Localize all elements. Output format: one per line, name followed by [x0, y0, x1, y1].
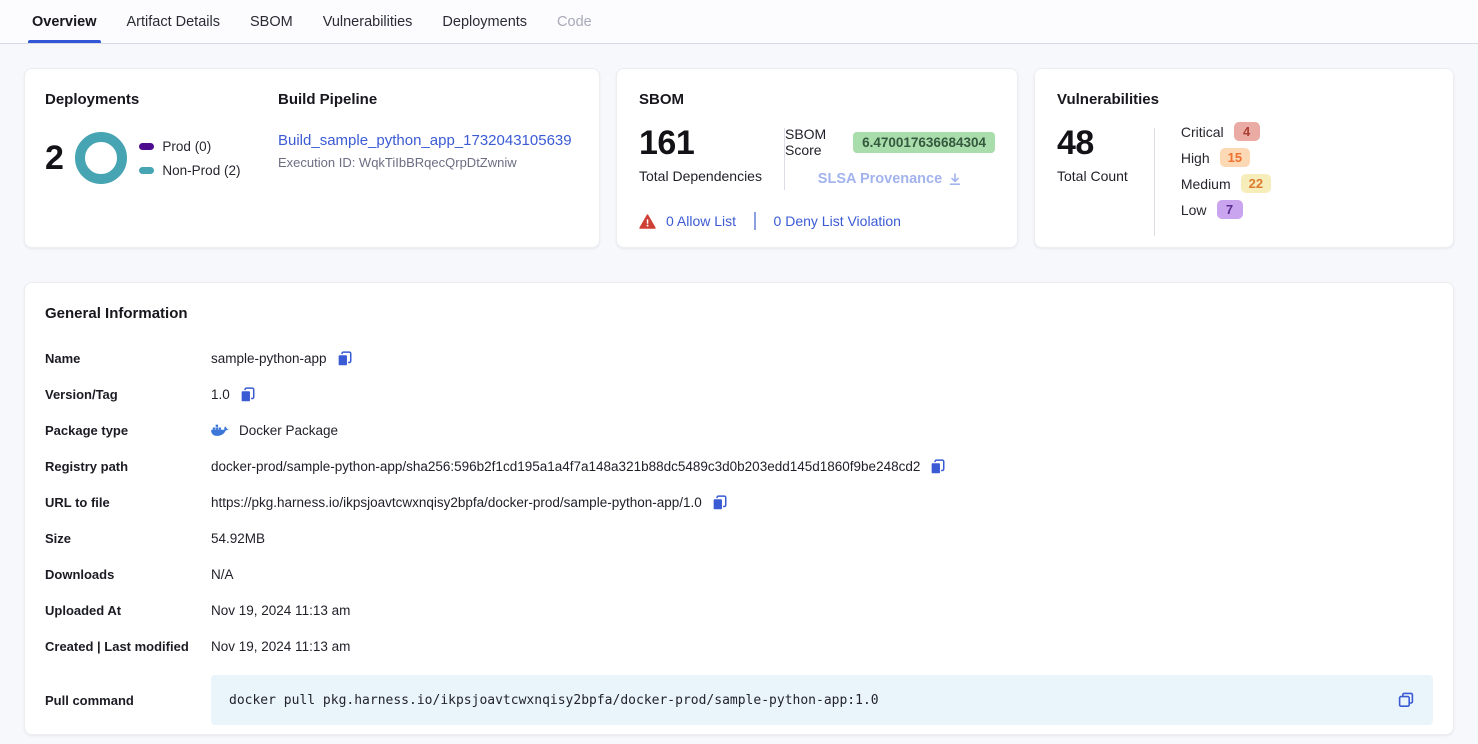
info-row-downloads: DownloadsN/A — [45, 556, 1433, 592]
severity-label: High — [1181, 150, 1210, 166]
tab-sbom[interactable]: SBOM — [250, 0, 293, 43]
deployments-card: Deployments 2 Prod (0) Non-Prod (2) Build… — [24, 68, 600, 248]
deployments-total-count: 2 — [45, 141, 63, 175]
vulnerabilities-total-label: Total Count — [1057, 168, 1128, 184]
warning-icon — [639, 214, 656, 229]
copy-icon[interactable] — [711, 494, 728, 511]
execution-id-text: Execution ID: WqkTiIbBRqecQrpDtZwniw — [278, 155, 579, 170]
info-label: Version/Tag — [45, 387, 211, 402]
legend-swatch — [139, 143, 154, 150]
info-label: URL to file — [45, 495, 211, 510]
info-row-package-type: Package typeDocker Package — [45, 412, 1433, 448]
tab-overview[interactable]: Overview — [32, 0, 97, 43]
severity-count-badge: 22 — [1241, 174, 1271, 193]
sbom-total-count: 161 — [639, 126, 762, 160]
info-label: Created | Last modified — [45, 639, 211, 654]
sbom-score-label: SBOM Score — [785, 126, 845, 158]
severity-row-low: Low 7 — [1181, 200, 1271, 219]
severity-list: Critical 4 High 15 Medium 22 Low 7 — [1181, 122, 1271, 219]
general-information-title: General Information — [45, 305, 1433, 322]
severity-label: Low — [1181, 202, 1207, 218]
copy-icon[interactable] — [1397, 691, 1415, 709]
sbom-card: SBOM 161 Total Dependencies SBOM Score 6… — [616, 68, 1018, 248]
deployments-summary: Deployments 2 Prod (0) Non-Prod (2) — [45, 91, 278, 225]
severity-count-badge: 7 — [1217, 200, 1243, 219]
legend-swatch — [139, 167, 154, 174]
pull-command-label: Pull command — [45, 693, 211, 708]
info-row-size: Size54.92MB — [45, 520, 1433, 556]
info-value: Nov 19, 2024 11:13 am — [211, 639, 350, 654]
info-value: Docker Package — [211, 423, 338, 438]
info-value: N/A — [211, 567, 234, 582]
build-pipeline-link[interactable]: Build_sample_python_app_1732043105639 — [278, 132, 579, 149]
info-value: 54.92MB — [211, 531, 265, 546]
severity-label: Medium — [1181, 176, 1231, 192]
copy-icon[interactable] — [239, 386, 256, 403]
tab-vulnerabilities[interactable]: Vulnerabilities — [323, 0, 413, 43]
slsa-provenance-link[interactable]: SLSA Provenance — [818, 171, 962, 187]
vulnerabilities-total-count: 48 — [1057, 126, 1128, 160]
info-value: docker-prod/sample-python-app/sha256:596… — [211, 458, 946, 475]
info-row-created-last-modified: Created | Last modifiedNov 19, 2024 11:1… — [45, 628, 1433, 664]
info-label: Registry path — [45, 459, 211, 474]
sbom-title: SBOM — [639, 91, 995, 108]
info-row-uploaded-at: Uploaded AtNov 19, 2024 11:13 am — [45, 592, 1433, 628]
tab-artifact-details[interactable]: Artifact Details — [127, 0, 220, 43]
divider — [1154, 128, 1155, 236]
legend-item-non-prod-2: Non-Prod (2) — [139, 163, 240, 178]
divider — [754, 212, 756, 230]
allow-list-link[interactable]: 0 Allow List — [666, 213, 736, 229]
info-value: 1.0 — [211, 386, 256, 403]
deployments-donut-chart — [75, 132, 127, 184]
sbom-total-label: Total Dependencies — [639, 168, 762, 184]
info-value: Nov 19, 2024 11:13 am — [211, 603, 350, 618]
legend-label: Prod (0) — [162, 139, 211, 154]
severity-row-critical: Critical 4 — [1181, 122, 1271, 141]
info-label: Size — [45, 531, 211, 546]
info-row-pull-command: Pull command docker pull pkg.harness.io/… — [45, 675, 1433, 725]
legend-item-prod-0: Prod (0) — [139, 139, 240, 154]
info-label: Package type — [45, 423, 211, 438]
build-pipeline-title: Build Pipeline — [278, 91, 579, 108]
info-label: Downloads — [45, 567, 211, 582]
info-row-name: Namesample-python-app — [45, 340, 1433, 376]
download-icon — [948, 172, 962, 186]
info-row-version-tag: Version/Tag1.0 — [45, 376, 1433, 412]
tab-deployments[interactable]: Deployments — [442, 0, 527, 43]
docker-icon — [211, 423, 230, 438]
info-value: sample-python-app — [211, 350, 353, 367]
slsa-provenance-label: SLSA Provenance — [818, 171, 942, 187]
severity-label: Critical — [1181, 124, 1224, 140]
info-row-registry-path: Registry pathdocker-prod/sample-python-a… — [45, 448, 1433, 484]
build-pipeline-section: Build Pipeline Build_sample_python_app_1… — [278, 91, 579, 225]
tab-bar: Overview Artifact Details SBOM Vulnerabilit… — [0, 0, 1478, 44]
vulnerabilities-title: Vulnerabilities — [1057, 91, 1431, 108]
legend-label: Non-Prod (2) — [162, 163, 240, 178]
vulnerabilities-total-stat: 48 Total Count — [1057, 126, 1128, 184]
pull-command-value: docker pull pkg.harness.io/ikpsjoavtcwxn… — [229, 693, 1397, 708]
summary-cards-row: Deployments 2 Prod (0) Non-Prod (2) Build… — [24, 68, 1454, 248]
info-value: https://pkg.harness.io/ikpsjoavtcwxnqisy… — [211, 494, 728, 511]
deployments-title: Deployments — [45, 91, 278, 108]
severity-count-badge: 4 — [1234, 122, 1260, 141]
severity-row-medium: Medium 22 — [1181, 174, 1271, 193]
deployments-legend: Prod (0) Non-Prod (2) — [139, 139, 240, 178]
info-row-url-to-file: URL to filehttps://pkg.harness.io/ikpsjo… — [45, 484, 1433, 520]
sbom-total-stat: 161 Total Dependencies — [639, 126, 762, 184]
deny-list-link[interactable]: 0 Deny List Violation — [774, 213, 901, 229]
pull-command-box: docker pull pkg.harness.io/ikpsjoavtcwxn… — [211, 675, 1433, 725]
severity-count-badge: 15 — [1220, 148, 1250, 167]
tab-code[interactable]: Code — [557, 0, 592, 43]
copy-icon[interactable] — [336, 350, 353, 367]
severity-row-high: High 15 — [1181, 148, 1271, 167]
general-information-panel: General Information Namesample-python-ap… — [24, 282, 1454, 735]
vulnerabilities-card: Vulnerabilities 48 Total Count Critical 4… — [1034, 68, 1454, 248]
copy-icon[interactable] — [929, 458, 946, 475]
sbom-score-badge: 6.470017636684304 — [853, 132, 995, 153]
info-label: Uploaded At — [45, 603, 211, 618]
info-label: Name — [45, 351, 211, 366]
